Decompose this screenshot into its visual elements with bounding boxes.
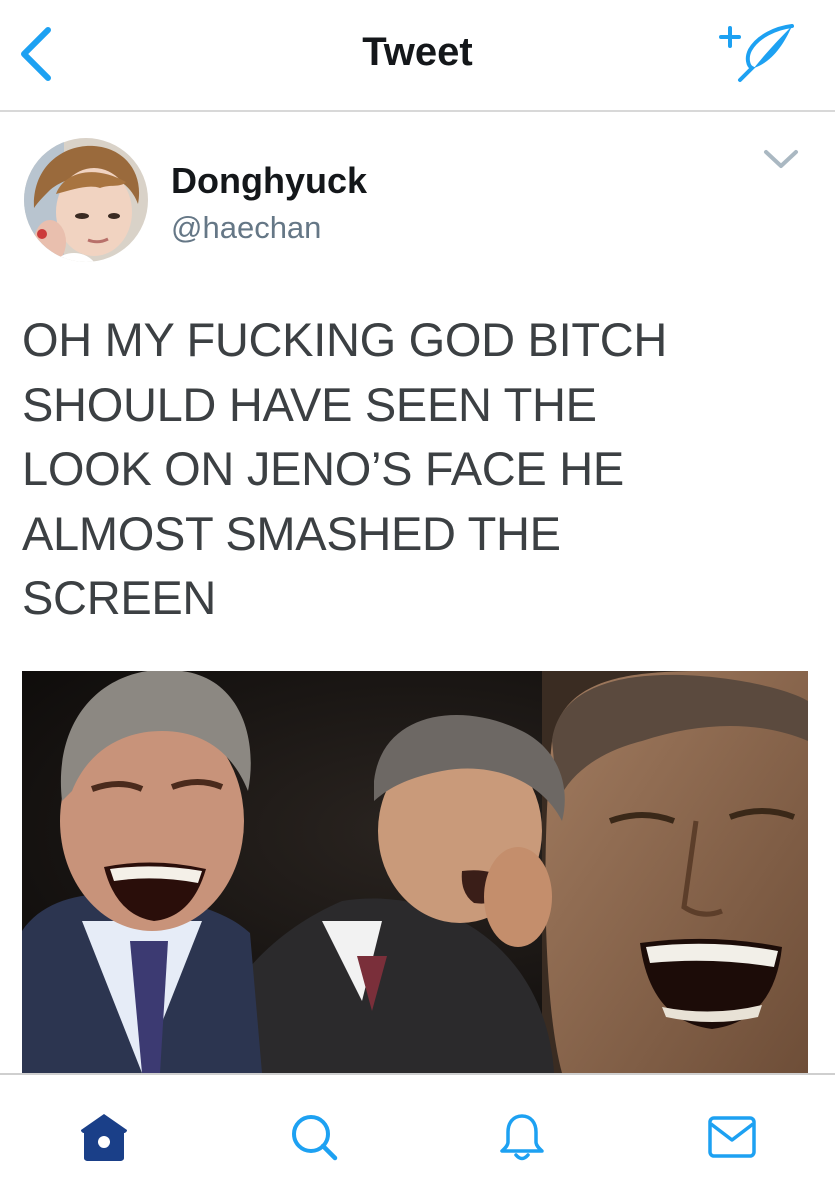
tweet-text-line: OH MY FUCKING GOD BITCH xyxy=(22,313,668,366)
tweet-text-line: SHOULD HAVE SEEN THE xyxy=(22,377,597,431)
profile-photo xyxy=(24,138,148,262)
tweet-media-image[interactable] xyxy=(22,671,808,1073)
avatar[interactable] xyxy=(24,138,148,262)
chevron-down-icon xyxy=(764,150,798,168)
navigation-bar: Tweet xyxy=(0,0,835,112)
bell-icon xyxy=(500,1114,544,1161)
back-button[interactable] xyxy=(14,24,58,84)
tweet-menu-button[interactable] xyxy=(758,140,804,180)
tweet-text-line: SCREEN xyxy=(22,571,217,624)
home-icon xyxy=(81,1114,127,1161)
tab-home[interactable] xyxy=(54,1087,154,1187)
envelope-icon xyxy=(708,1116,756,1158)
tab-bar xyxy=(0,1073,835,1200)
compose-tweet-icon xyxy=(719,24,794,82)
chevron-left-icon xyxy=(21,27,51,81)
tweet-text-line: ALMOST SMASHED THE xyxy=(22,506,561,560)
tweet-text: OH MY FUCKING GOD BITCH SHOULD HAVE SEEN… xyxy=(22,308,802,631)
tweet-text-line: LOOK ON JENO’S FACE HE xyxy=(22,442,624,495)
tab-search[interactable] xyxy=(264,1087,364,1187)
tab-messages[interactable] xyxy=(682,1087,782,1187)
page-title: Tweet xyxy=(362,30,473,74)
laughing-men-photo xyxy=(22,671,808,1073)
tab-notifications[interactable] xyxy=(472,1087,572,1187)
compose-tweet-button[interactable] xyxy=(718,22,796,84)
search-icon xyxy=(292,1115,338,1161)
user-handle[interactable]: @haechan xyxy=(171,210,321,246)
display-name[interactable]: Donghyuck xyxy=(171,160,367,202)
